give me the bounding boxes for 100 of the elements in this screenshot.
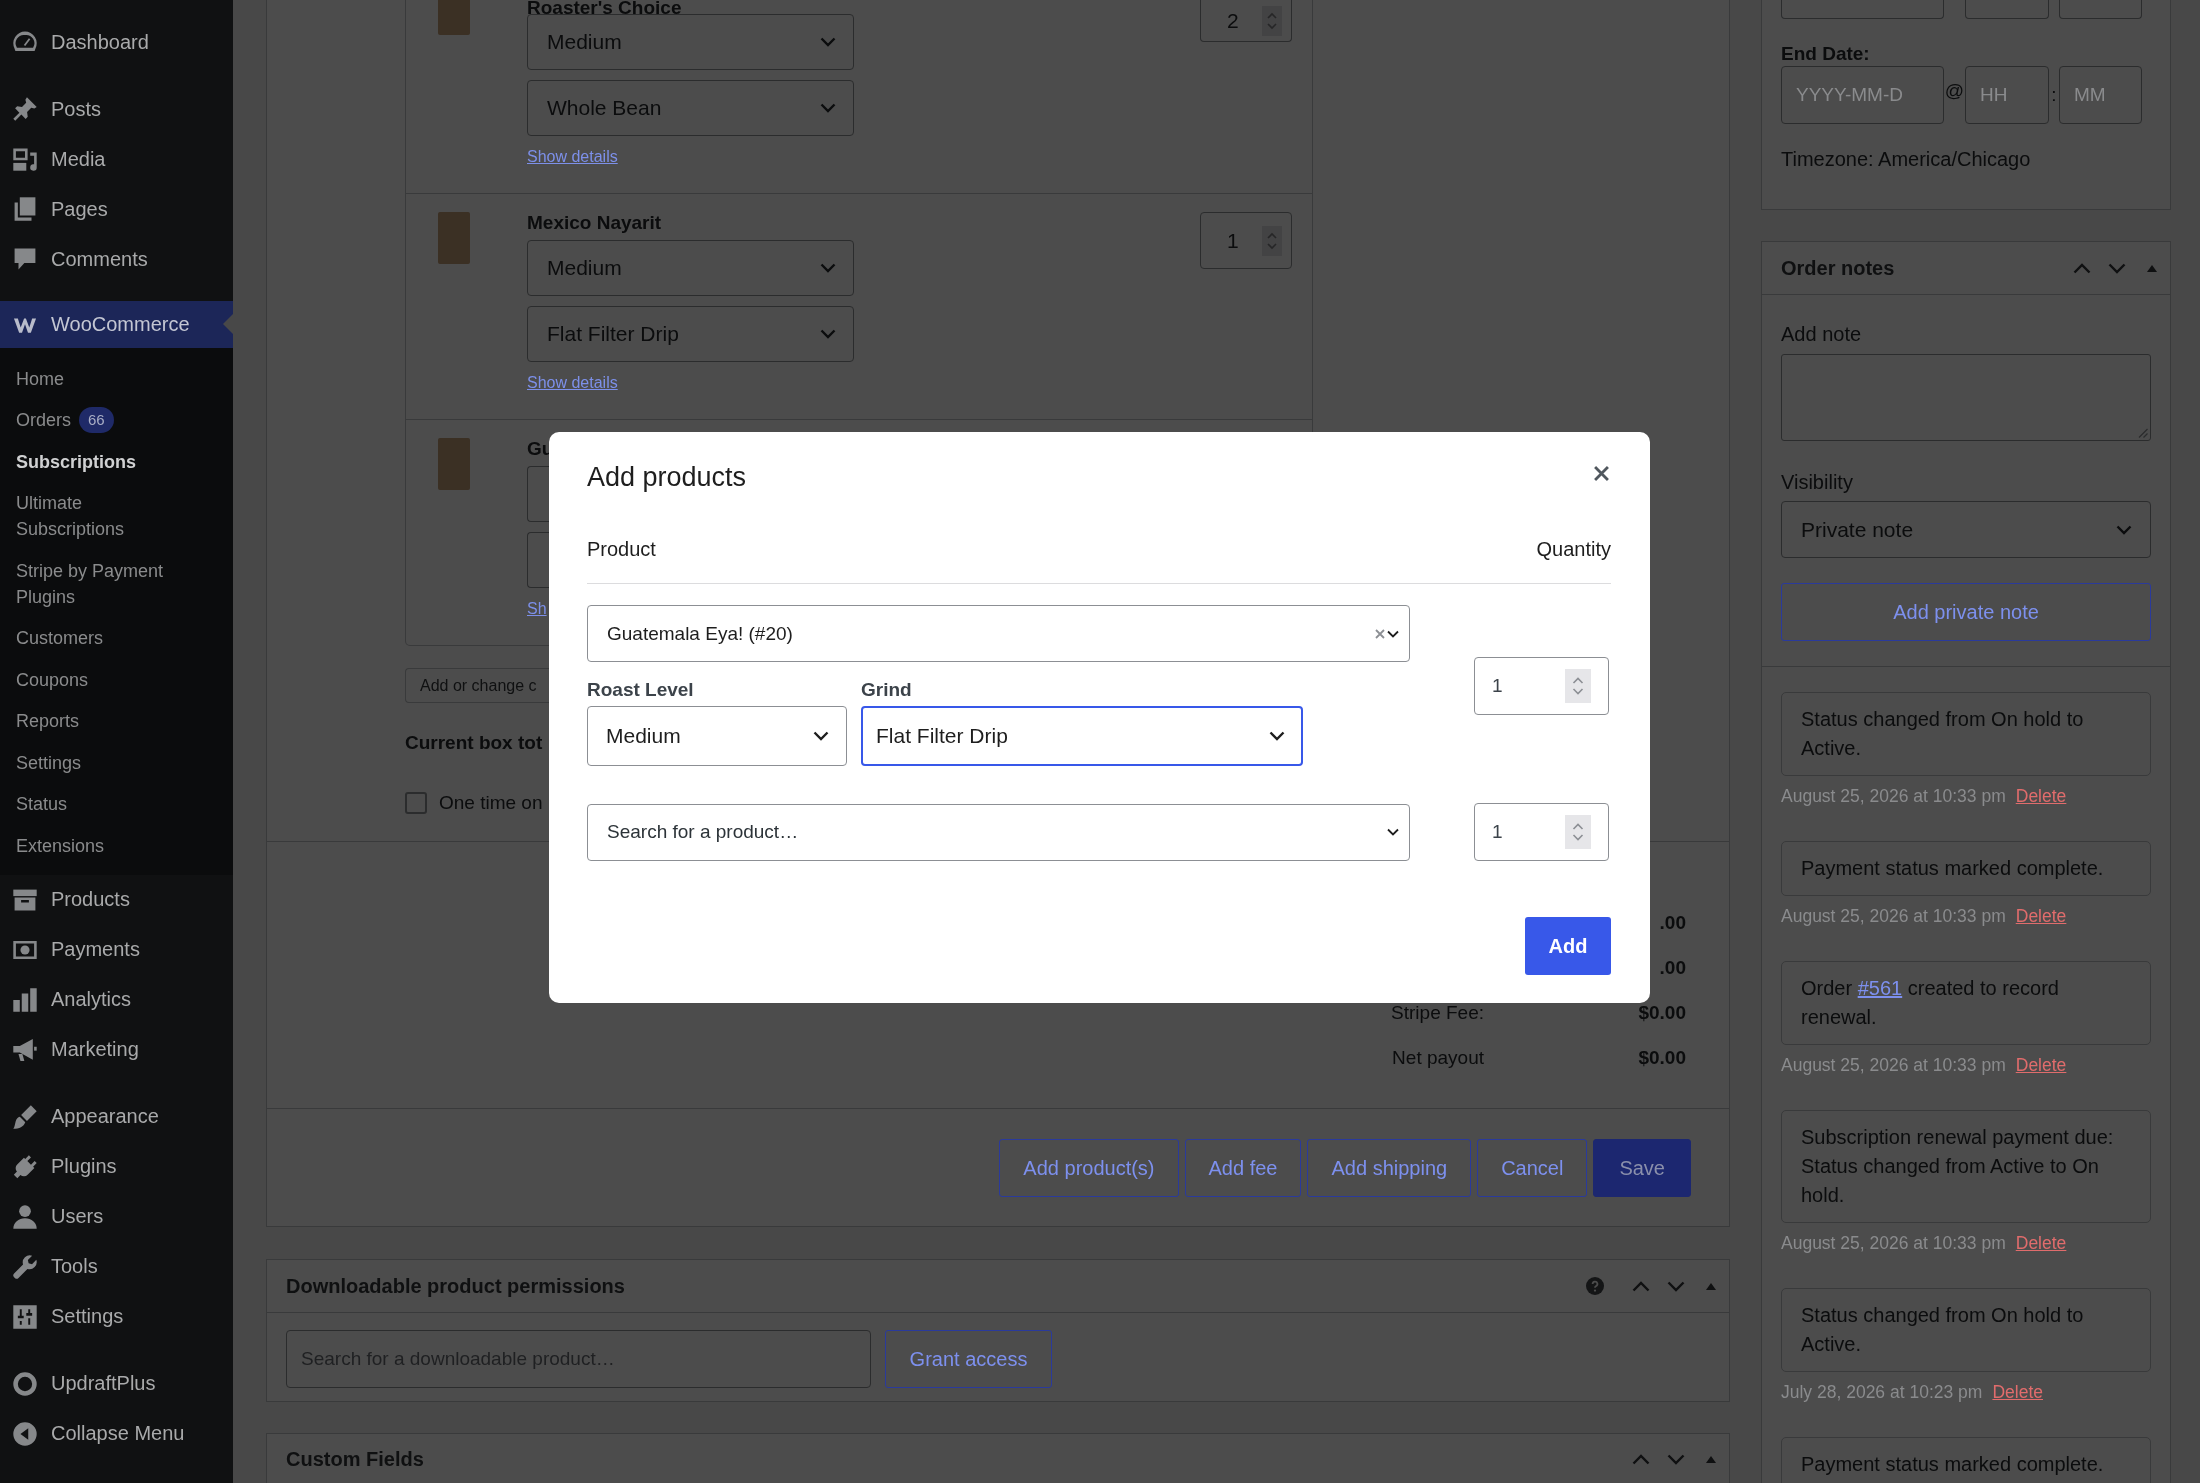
up-down-arrows-icon: [1565, 668, 1591, 703]
sliders-icon: [12, 1303, 38, 1330]
note-text: Order #561 created to record renewal.: [1781, 961, 2151, 1045]
menu-item[interactable]: Products: [0, 874, 233, 925]
attribute-select[interactable]: Medium: [587, 706, 847, 766]
column-header: Quantity: [1536, 537, 1611, 561]
input-field[interactable]: [2059, 0, 2142, 19]
submenu-item[interactable]: Settings: [0, 742, 233, 784]
menu-item[interactable]: Posts: [0, 84, 233, 134]
note-textarea[interactable]: [1781, 354, 2151, 441]
wrench-icon: [12, 1253, 38, 1280]
checkbox[interactable]: [405, 792, 427, 814]
total-label: Stripe Fee:: [1391, 1001, 1484, 1024]
chevron-down-icon[interactable]: [1667, 1454, 1685, 1465]
product-select[interactable]: Guatemala Eya! (#20): [587, 605, 1410, 662]
quantity-field[interactable]: 1: [1474, 803, 1609, 861]
up-down-arrows-icon: [1262, 5, 1282, 36]
product-thumbnail: [438, 212, 470, 264]
menu-item[interactable]: Appearance: [0, 1091, 233, 1142]
ring-icon: [12, 1370, 38, 1397]
panel-title: Downloadable product permissions: [286, 1274, 625, 1298]
menu-item[interactable]: Analytics: [0, 974, 233, 1025]
total-label: Net payout: [1392, 1046, 1484, 1069]
column-header: Product: [587, 537, 656, 561]
menu-item[interactable]: Plugins: [0, 1141, 233, 1192]
quantity-field[interactable]: 1: [1474, 656, 1609, 715]
submenu-item[interactable]: Status: [0, 783, 233, 825]
menu-item[interactable]: WooCommerce: [0, 301, 233, 348]
menu-item[interactable]: Pages: [0, 184, 233, 234]
collapse-menu-button[interactable]: Collapse Menu: [0, 1408, 233, 1459]
product-name: Roaster's Choice: [527, 0, 683, 16]
field-label: Add note: [1781, 323, 1863, 345]
input-field[interactable]: [1965, 0, 2049, 19]
attribute-label: Roast Level: [587, 679, 695, 701]
checkbox-label: One time on: [439, 792, 543, 814]
menu-item[interactable]: Users: [0, 1191, 233, 1242]
total-value: .00: [1659, 956, 1686, 979]
chevron-down-icon[interactable]: [2108, 262, 2126, 274]
submenu-item[interactable]: Subscriptions: [0, 441, 233, 483]
chevron-down-icon: [820, 103, 836, 113]
chevron-up-icon[interactable]: [2073, 262, 2091, 274]
note-text: Payment status marked complete.: [1781, 841, 2151, 896]
triangle-up-icon[interactable]: [2147, 264, 2157, 272]
field-label: End Date:: [1781, 43, 1871, 65]
chevron-down-icon[interactable]: [1667, 1280, 1685, 1292]
menu-pointer-icon: [223, 314, 233, 334]
person-icon: [12, 1203, 38, 1230]
submenu-item[interactable]: Extensions: [0, 825, 233, 867]
attribute-select[interactable]: Flat Filter Drip: [861, 706, 1303, 766]
note-text: Subscription renewal payment due: Status changed from Active to On hold.: [1781, 1110, 2151, 1223]
menu-item[interactable]: Tools: [0, 1241, 233, 1292]
menu-item[interactable]: UpdraftPlus: [0, 1358, 233, 1409]
submenu-item[interactable]: Reports: [0, 700, 233, 742]
submenu-item[interactable]: Customers: [0, 617, 233, 659]
menu-item[interactable]: Comments: [0, 234, 233, 284]
close-icon[interactable]: [1594, 465, 1609, 481]
chevron-down-icon: [2116, 524, 2132, 535]
help-icon[interactable]: [1586, 1277, 1604, 1295]
submenu-item[interactable]: Coupons: [0, 659, 233, 701]
product-search-select[interactable]: Search for a product…: [587, 803, 1410, 861]
triangle-up-icon[interactable]: [1706, 1282, 1716, 1290]
add-button[interactable]: Add: [1525, 917, 1611, 975]
total-value: $0.00: [1638, 1001, 1686, 1024]
input-field[interactable]: [1781, 0, 1944, 19]
megaphone-icon: [12, 1036, 38, 1063]
menu-item[interactable]: Marketing: [0, 1024, 233, 1075]
note-text: Status changed from On hold to Active.: [1781, 1288, 2151, 1372]
product-thumbnail: [438, 438, 470, 490]
paintbrush-icon: [12, 1103, 38, 1130]
submenu-item[interactable]: Ultimate Subscriptions: [0, 482, 233, 550]
menu-item[interactable]: Payments: [0, 924, 233, 975]
chevron-down-icon: [1269, 731, 1285, 741]
chevron-up-icon[interactable]: [1632, 1454, 1650, 1465]
triangle-up-icon[interactable]: [1706, 1456, 1716, 1463]
save-button[interactable]: Save: [1593, 1139, 1691, 1197]
submenu-item[interactable]: Orders 66: [0, 399, 233, 441]
pages-icon: [12, 196, 38, 222]
note-text: Payment status marked complete.: [1781, 1437, 2151, 1483]
chevron-down-icon: [820, 37, 836, 47]
menu-item[interactable]: Dashboard: [0, 17, 233, 67]
chevron-down-icon: [1387, 828, 1399, 836]
note-date: July 28, 2026 at 10:23 pm: [1781, 1382, 1983, 1402]
attribute-label: Grind: [861, 679, 913, 701]
action-button[interactable]: Add shipping: [1307, 1139, 1472, 1197]
panel-title: Order notes: [1781, 256, 1895, 280]
up-down-arrows-icon: [1565, 815, 1591, 849]
menu-item[interactable]: Media: [0, 134, 233, 184]
chevron-down-icon: [1387, 629, 1399, 638]
menu-item[interactable]: Settings: [0, 1291, 233, 1342]
timezone-text: Timezone: America/Chicago: [1781, 148, 2032, 170]
photo-and-note-icon: [12, 146, 38, 172]
note-date: August 25, 2026 at 10:33 pm: [1781, 1055, 2006, 1075]
chevron-down-icon: [813, 731, 829, 741]
clear-icon[interactable]: [1375, 628, 1385, 639]
chevron-up-icon[interactable]: [1632, 1280, 1650, 1292]
count-badge: 66: [79, 407, 114, 434]
resize-handle-icon[interactable]: [2138, 428, 2148, 438]
submenu-item[interactable]: Stripe by Payment Plugins: [0, 550, 233, 618]
submenu-item[interactable]: Home: [0, 358, 233, 400]
bar-chart-icon: [12, 986, 38, 1013]
